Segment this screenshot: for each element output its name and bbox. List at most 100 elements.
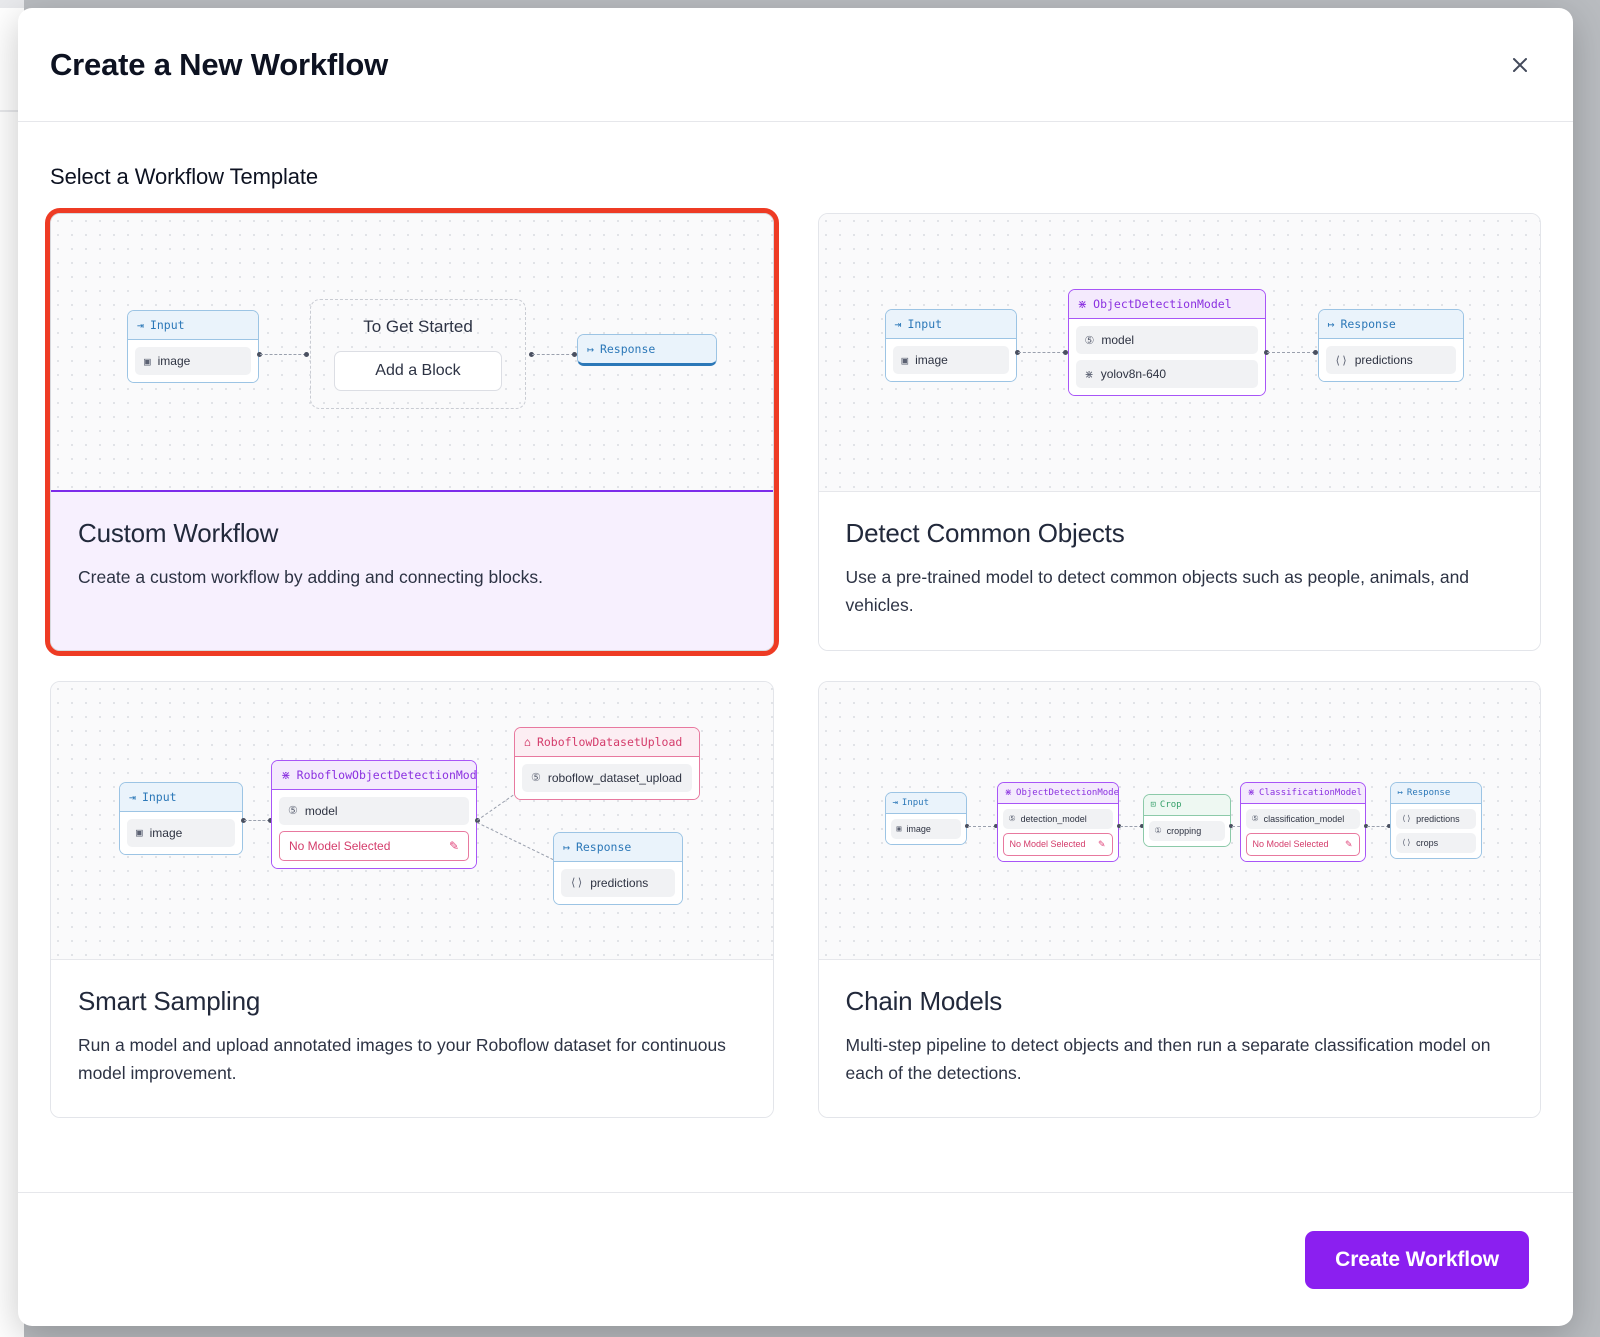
template-card-chain-models[interactable]: ⇥ Input ▣ image ⋇ ObjectDetectionModel ⑤… [817, 680, 1541, 1119]
flow-node-header: ⊡ Crop [1143, 794, 1230, 816]
flow-node-input: ⇥ Input ▣ image [884, 791, 967, 845]
flow-field-no-model-selected[interactable]: No Model Selected ✎ [1245, 832, 1360, 856]
string-icon: ⑤ [1008, 814, 1016, 824]
template-title: Custom Workflow [78, 518, 279, 548]
close-icon[interactable] [1503, 48, 1537, 82]
flow-node-object-detection-model: ⋇ ObjectDetectionModel ⑤ model ⋇ yolov8n… [1067, 289, 1266, 396]
flow-field: ⟨⟩ predictions [561, 868, 675, 897]
braces-icon: ⟨⟩ [570, 876, 584, 890]
flow-node-header: ↦ Response [578, 335, 716, 363]
template-description: Create a custom workflow by adding and c… [78, 567, 543, 587]
pencil-icon[interactable]: ✎ [1345, 839, 1353, 850]
flow-node-roboflow-object-detection-model: ⋇ RoboflowObjectDetectionModel ⑤ model N… [271, 759, 477, 869]
template-description: Use a pre-trained model to detect common… [845, 567, 1470, 616]
model-graph-icon: ⋇ [1084, 367, 1094, 381]
connector-line [967, 825, 996, 827]
create-workflow-button[interactable]: Create Workflow [1305, 1230, 1529, 1289]
flow-node-header: ↦ Response [554, 832, 682, 862]
string-icon: ⑤ [531, 771, 541, 785]
flow-node-body: ⟨⟩ predictions [1318, 339, 1463, 381]
flow-node-body: ⑤ roboflow_dataset_upload [515, 756, 699, 799]
response-arrow-icon: ↦ [563, 839, 570, 854]
flow-node-roboflow-dataset-upload: ⌂ RoboflowDatasetUpload ⑤ roboflow_datas… [514, 726, 700, 800]
braces-icon: ⟨⟩ [1401, 838, 1412, 848]
template-title: Detect Common Objects [845, 518, 1125, 548]
workflow-preview-detect: ⇥ Input ▣ image ⋇ ObjectDetectionModel ⑤… [818, 214, 1540, 492]
flow-node-header: ⋇ ClassificationModel [1240, 782, 1365, 804]
flow-node-input: ⇥ Input ▣ image [884, 309, 1017, 382]
braces-icon: ⟨⟩ [1401, 814, 1412, 824]
flow-field-no-model-selected[interactable]: No Model Selected ✎ [279, 830, 469, 861]
flow-node-header: ⋇ RoboflowObjectDetectionModel [272, 760, 476, 790]
placeholder-title: To Get Started [363, 317, 473, 336]
flow-node-body: ▣ image [885, 339, 1016, 381]
flow-field: ▣ image [127, 818, 235, 847]
template-card-info: Custom Workflow Create a custom workflow… [51, 492, 773, 650]
response-arrow-icon: ↦ [1397, 787, 1403, 798]
workflow-preview-smart-sampling: ⇥ Input ▣ image ⋇ RoboflowObjectDetectio… [51, 681, 773, 960]
template-description: Run a model and upload annotated images … [78, 1034, 726, 1084]
flow-node-header: ⌂ RoboflowDatasetUpload [515, 727, 699, 757]
workflow-preview-chain-models: ⇥ Input ▣ image ⋇ ObjectDetectionModel ⑤… [818, 681, 1540, 960]
string-icon: ⑤ [288, 804, 298, 818]
flow-node-body: ⑤ detection_model No Model Selected ✎ [997, 803, 1118, 861]
flow-node-object-detection-model: ⋇ ObjectDetectionModel ⑤ detection_model… [996, 781, 1119, 862]
dialog-title: Create a New Workflow [50, 46, 389, 82]
section-title: Select a Workflow Template [50, 164, 319, 189]
image-icon: ▣ [896, 824, 902, 834]
image-icon: ▣ [136, 826, 143, 840]
response-arrow-icon: ↦ [587, 342, 594, 356]
flow-field: ⑤ model [1075, 326, 1258, 354]
flow-node-body: ⟨⟩ predictions [554, 861, 682, 904]
flow-node-body: ⑤ model No Model Selected ✎ [272, 789, 476, 868]
flow-field: ⋇ yolov8n-640 [1075, 360, 1258, 388]
template-card-custom-workflow[interactable]: ⇥ Input ▣ image To Get Started Add a Blo… [45, 208, 779, 656]
add-a-block-button[interactable]: Add a Block [334, 351, 502, 391]
model-graph-icon: ⋇ [1077, 297, 1088, 311]
flow-node-header: ↦ Response [1390, 782, 1481, 804]
template-card-smart-sampling[interactable]: ⇥ Input ▣ image ⋇ RoboflowObjectDetectio… [50, 680, 774, 1119]
template-description: Multi-step pipeline to detect objects an… [845, 1034, 1491, 1084]
pencil-icon[interactable]: ✎ [449, 839, 459, 853]
flow-field: ⑤ roboflow_dataset_upload [522, 763, 692, 792]
template-card-info: Chain Models Multi-step pipeline to dete… [818, 959, 1540, 1118]
template-title: Smart Sampling [78, 985, 261, 1016]
braces-icon: ⟨⟩ [1334, 353, 1348, 367]
flow-node-response: ↦ Response ⟨⟩ predictions [1317, 309, 1464, 382]
input-arrow-icon: ⇥ [137, 318, 144, 332]
connector-line [1017, 352, 1065, 353]
input-arrow-icon: ⇥ [892, 797, 898, 808]
connector-dot [1062, 350, 1068, 355]
flow-field: ⟨⟩ predictions [1395, 808, 1476, 829]
flow-node-body: ⟨⟩ predictions ⟨⟩ crops [1390, 803, 1481, 858]
flow-node-classification-model: ⋇ ClassificationModel ⑤ classification_m… [1239, 781, 1366, 862]
flow-node-input: ⇥ Input ▣ image [127, 310, 259, 383]
crop-icon: ⊡ [1150, 799, 1156, 810]
template-card-detect-common-objects[interactable]: ⇥ Input ▣ image ⋇ ObjectDetectionModel ⑤… [817, 213, 1541, 651]
flow-node-header: ⇥ Input [128, 311, 258, 340]
flow-node-input: ⇥ Input ▣ image [119, 781, 243, 855]
flow-node-body: ▣ image [128, 340, 258, 382]
flow-node-header: ⋇ ObjectDetectionModel [1068, 290, 1265, 319]
flow-node-body: ▣ image [885, 813, 966, 844]
flow-node-header: ⇥ Input [885, 310, 1016, 339]
flow-node-header: ⇥ Input [120, 782, 242, 812]
flow-field: ⟨⟩ predictions [1325, 346, 1456, 374]
flow-field: ⟨⟩ crops [1395, 832, 1476, 853]
image-icon: ▣ [144, 354, 151, 368]
connector-line [476, 821, 563, 865]
flow-field: ▣ image [890, 818, 961, 839]
workflow-preview-custom: ⇥ Input ▣ image To Get Started Add a Blo… [51, 214, 773, 492]
flow-node-response: ↦ Response ⟨⟩ predictions ⟨⟩ crops [1389, 781, 1482, 859]
flow-field: ⑤ classification_model [1245, 808, 1360, 829]
flow-field: ▣ image [892, 346, 1009, 374]
flow-field-no-model-selected[interactable]: No Model Selected ✎ [1002, 832, 1113, 856]
pencil-icon[interactable]: ✎ [1098, 839, 1106, 850]
flow-node-header: ⇥ Input [885, 792, 966, 814]
flow-node-header: ⋇ ObjectDetectionModel [997, 782, 1118, 804]
flow-field: ⑤ model [279, 796, 469, 825]
connector-line [1366, 825, 1389, 827]
flow-node-body: ▣ image [120, 811, 242, 854]
flow-node-body: ⑤ model ⋇ yolov8n-640 [1068, 319, 1265, 395]
connector-dot [304, 352, 309, 357]
